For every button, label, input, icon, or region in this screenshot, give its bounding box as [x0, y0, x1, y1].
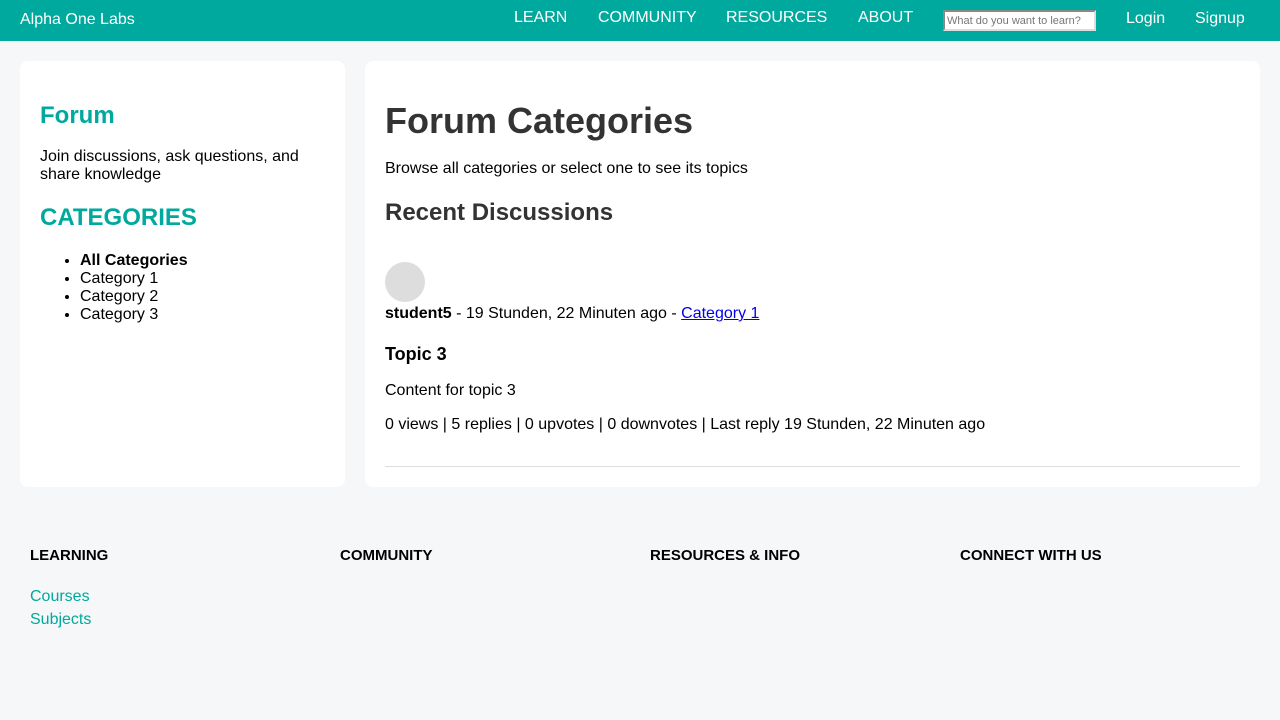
footer-heading: RESOURCES & INFO [650, 547, 801, 564]
brand-logo[interactable]: Alpha One Labs [20, 10, 135, 30]
category-item-3[interactable]: Category 3 [80, 306, 188, 324]
footer-column-learning: LEARNING Courses Subjects [30, 547, 320, 631]
category-item-2[interactable]: Category 2 [80, 288, 188, 306]
sidebar-title: Forum [40, 102, 115, 129]
post-category-link[interactable]: Category 1 [681, 305, 759, 322]
forum-main: Forum Categories Browse all categories o… [365, 61, 1260, 487]
forum-sidebar: Forum Join discussions, ask questions, a… [20, 61, 345, 487]
post-stats: 0 views | 5 replies | 0 upvotes | 0 down… [385, 416, 986, 433]
category-item-1[interactable]: Category 1 [80, 270, 188, 288]
page-title: Forum Categories [385, 100, 694, 141]
categories-heading: CATEGORIES [40, 204, 197, 231]
category-list: All Categories Category 1 Category 2 Cat… [80, 252, 188, 324]
category-item-all[interactable]: All Categories [80, 252, 188, 270]
nav-community[interactable]: COMMUNITY [598, 8, 697, 28]
nav-resources[interactable]: RESOURCES [726, 8, 827, 28]
post-time: - 19 Stunden, 22 Minuten ago - [451, 305, 682, 322]
divider [385, 466, 1240, 467]
footer-column-community: COMMUNITY [340, 547, 630, 565]
post-meta: student5 - 19 Stunden, 22 Minuten ago - … [385, 305, 759, 323]
avatar [385, 262, 425, 302]
footer-link-subjects[interactable]: Subjects [30, 608, 320, 631]
nav-learn[interactable]: LEARN [514, 8, 567, 28]
post-title[interactable]: Topic 3 [385, 343, 447, 365]
login-link[interactable]: Login [1126, 9, 1165, 29]
top-navbar: Alpha One Labs LEARN COMMUNITY RESOURCES… [0, 0, 1280, 41]
post-content: Content for topic 3 [385, 382, 516, 399]
sidebar-description: Join discussions, ask questions, and sha… [40, 148, 299, 183]
footer-heading: COMMUNITY [340, 547, 433, 564]
footer-column-connect: CONNECT WITH US [960, 547, 1250, 565]
signup-link[interactable]: Signup [1195, 9, 1245, 29]
footer-heading: LEARNING [30, 547, 109, 564]
search-input[interactable] [943, 10, 1096, 31]
footer-column-resources: RESOURCES & INFO [650, 547, 940, 565]
recent-discussions-heading: Recent Discussions [385, 199, 614, 226]
footer-link-courses[interactable]: Courses [30, 585, 320, 608]
page-subtitle: Browse all categories or select one to s… [385, 160, 748, 177]
footer-heading: CONNECT WITH US [960, 547, 1102, 564]
nav-about[interactable]: ABOUT [858, 8, 913, 28]
post-author: student5 [385, 305, 452, 322]
